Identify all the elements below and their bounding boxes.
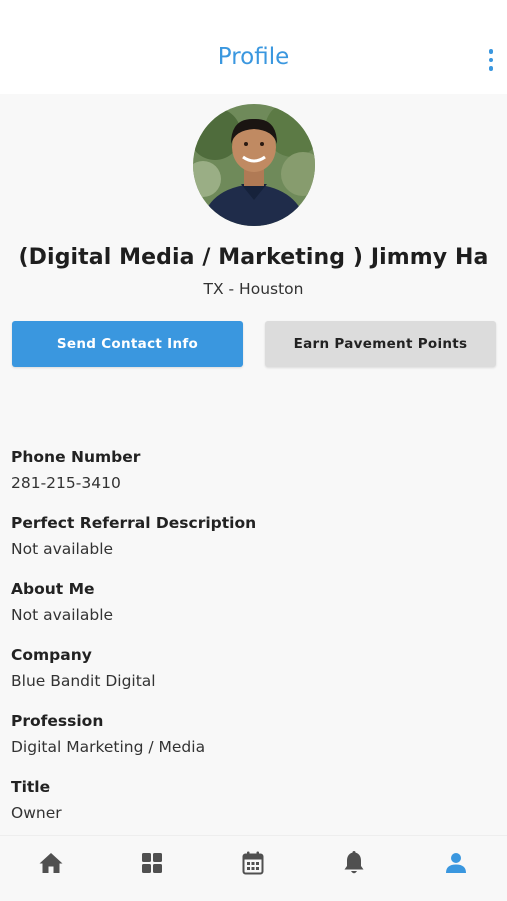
tab-home[interactable]: [26, 848, 76, 878]
detail-label: Title: [11, 778, 51, 796]
detail-profession: Profession Digital Marketing / Media: [11, 710, 491, 776]
detail-referral-description: Perfect Referral Description Not availab…: [11, 512, 491, 578]
detail-value: Not available: [11, 606, 114, 624]
profile-location: TX - Houston: [203, 280, 304, 298]
profile-name: (Digital Media / Marketing ) Jimmy Ha: [18, 245, 489, 270]
home-icon: [39, 853, 63, 873]
tab-calendar[interactable]: [228, 848, 278, 878]
avatar: [193, 104, 315, 226]
detail-title: Title Owner: [11, 776, 491, 842]
bottom-tab-bar: [0, 835, 507, 901]
calendar-icon: [242, 851, 264, 875]
tab-profile[interactable]: [431, 848, 481, 878]
more-options-icon[interactable]: [481, 46, 501, 74]
detail-label: Company: [11, 646, 92, 664]
earn-pavement-points-button[interactable]: Earn Pavement Points: [265, 321, 496, 367]
detail-value: Digital Marketing / Media: [11, 738, 206, 756]
detail-label: Phone Number: [11, 448, 141, 466]
app-header: Profile: [0, 0, 507, 94]
detail-label: Perfect Referral Description: [11, 514, 257, 532]
detail-label: Profession: [11, 712, 104, 730]
bell-icon: [344, 851, 364, 874]
page-title: Profile: [217, 44, 290, 70]
tab-dashboard[interactable]: [127, 848, 177, 878]
detail-company: Company Blue Bandit Digital: [11, 644, 491, 710]
detail-about-me: About Me Not available: [11, 578, 491, 644]
send-contact-info-button[interactable]: Send Contact Info: [12, 321, 243, 367]
detail-value: Blue Bandit Digital: [11, 672, 156, 690]
phone-number-value[interactable]: 281-215-3410: [11, 472, 491, 494]
person-icon: [446, 853, 466, 873]
tab-notifications[interactable]: [329, 848, 379, 878]
detail-phone-number: Phone Number 281-215-3410: [11, 446, 491, 512]
profile-details: Phone Number 281-215-3410 Perfect Referr…: [11, 446, 491, 842]
detail-value: Not available: [11, 540, 114, 558]
dashboard-grid-icon: [142, 853, 162, 873]
detail-value: Owner: [11, 804, 62, 822]
detail-label: About Me: [11, 580, 95, 598]
